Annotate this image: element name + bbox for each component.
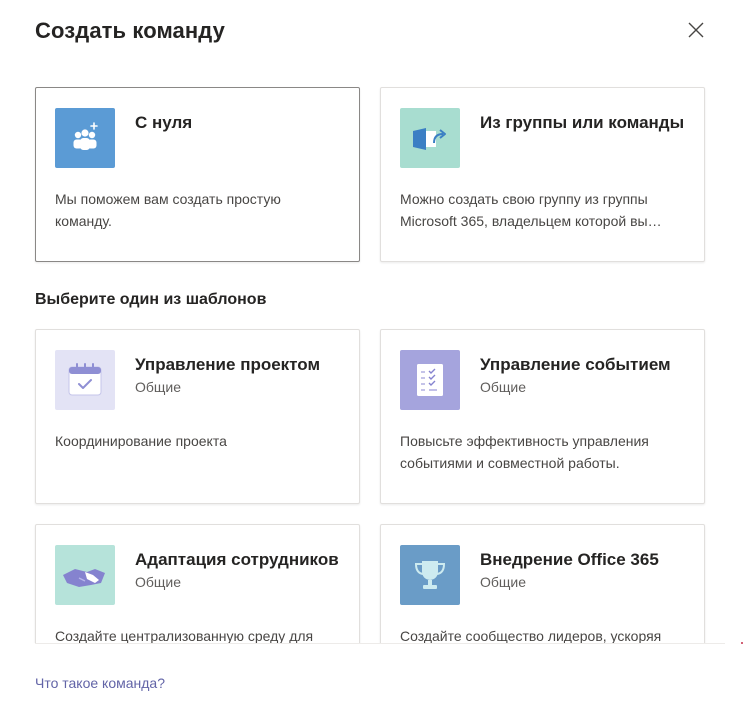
template-description: Повысьте эффективность управления событи… [400, 433, 649, 471]
close-icon [688, 22, 704, 38]
option-title: Из группы или команды [480, 113, 685, 132]
template-description: Координирование проекта [55, 433, 227, 449]
what-is-team-link[interactable]: Что такое команда? [35, 675, 165, 691]
template-description: Создайте централизованную среду для [55, 628, 314, 643]
calendar-check-icon [55, 350, 115, 410]
template-category: Общие [480, 379, 527, 395]
template-category: Общие [135, 574, 182, 590]
templates-heading: Выберите один из шаблонов [35, 291, 267, 308]
create-team-dialog: Создать команду С нуля Мы поможем вам со [0, 0, 744, 716]
group-export-icon [400, 108, 460, 168]
option-from-group[interactable]: Из группы или команды Можно создать свою… [380, 87, 705, 262]
checklist-icon [400, 350, 460, 410]
people-add-icon [55, 108, 115, 168]
template-office365-adoption[interactable]: Внедрение Office 365 Общие Создайте сооб… [380, 524, 705, 643]
trophy-icon [400, 545, 460, 605]
close-button[interactable] [684, 18, 708, 42]
handshake-icon [55, 545, 115, 605]
template-project-management[interactable]: Управление проектом Общие Координировани… [35, 329, 360, 504]
option-description: Мы поможем вам создать простую команду. [55, 191, 281, 229]
footer-divider [35, 643, 725, 644]
dialog-body[interactable]: С нуля Мы поможем вам создать простую ко… [0, 60, 744, 643]
template-description: Создайте сообщество лидеров, ускоряя [400, 628, 662, 643]
dialog-title: Создать команду [35, 18, 225, 43]
template-title: Адаптация сотрудников [135, 550, 339, 569]
option-from-scratch[interactable]: С нуля Мы поможем вам создать простую ко… [35, 87, 360, 262]
template-event-management[interactable]: Управление событием Общие Повысьте эффек… [380, 329, 705, 504]
template-title: Управление событием [480, 355, 671, 374]
template-onboarding[interactable]: Адаптация сотрудников Общие Создайте цен… [35, 524, 360, 643]
scroll-indicator [741, 642, 743, 644]
option-title: С нуля [135, 113, 193, 132]
template-title: Внедрение Office 365 [480, 550, 659, 569]
option-description: Можно создать свою группу из группы Micr… [400, 191, 648, 229]
template-category: Общие [135, 379, 182, 395]
template-category: Общие [480, 574, 527, 590]
template-title: Управление проектом [135, 355, 321, 374]
